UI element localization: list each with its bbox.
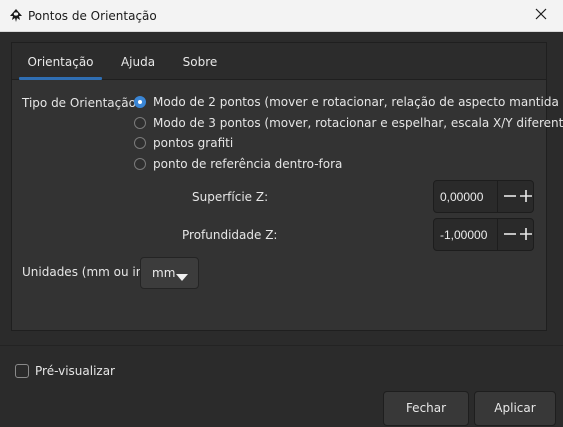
close-icon	[535, 8, 547, 23]
depth-z-spinbox	[433, 218, 534, 251]
tab-orientacao[interactable]: Orientação	[19, 43, 102, 80]
apply-button[interactable]: Aplicar	[474, 391, 556, 426]
caret-down-icon	[176, 270, 188, 284]
inkscape-icon	[8, 8, 24, 24]
radio-button[interactable]	[134, 137, 146, 149]
notebook-panel: Orientação Ajuda Sobre Tipo de Orientaçã…	[11, 42, 563, 331]
surface-z-spinbox	[433, 180, 534, 213]
footer-divider	[0, 345, 563, 346]
close-window-button[interactable]	[519, 0, 563, 31]
depth-z-label: Profundidade Z:	[182, 228, 278, 242]
title-bar: Pontos de Orientação	[0, 0, 563, 32]
preview-checkbox[interactable]	[15, 364, 29, 378]
radio-label: Modo de 3 pontos (mover, rotacionar e es…	[153, 116, 563, 130]
radio-button[interactable]	[134, 96, 146, 108]
plus-icon[interactable]	[518, 226, 534, 242]
minus-icon[interactable]	[502, 188, 518, 204]
radio-label: pontos grafiti	[153, 136, 234, 150]
radio-label: Modo de 2 pontos (mover e rotacionar, re…	[153, 95, 563, 109]
units-label: Unidades (mm ou in):	[22, 265, 153, 279]
units-selected-value: mm	[152, 266, 176, 280]
orientation-type-label: Tipo de Orientação:	[22, 96, 140, 110]
tab-bar: Orientação Ajuda Sobre	[12, 43, 546, 80]
spin-separator	[497, 181, 498, 212]
tab-sobre[interactable]: Sobre	[175, 43, 225, 79]
tab-ajuda[interactable]: Ajuda	[113, 43, 163, 79]
close-button[interactable]: Fechar	[383, 391, 469, 426]
spin-separator	[497, 219, 498, 250]
surface-z-label: Superfície Z:	[192, 190, 269, 204]
radio-label: ponto de referência dentro-fora	[153, 157, 343, 171]
depth-z-input[interactable]	[440, 228, 495, 242]
units-dropdown[interactable]: mm	[140, 257, 199, 289]
radio-button[interactable]	[134, 158, 146, 170]
surface-z-input[interactable]	[440, 190, 495, 204]
minus-icon[interactable]	[502, 226, 518, 242]
plus-icon[interactable]	[518, 188, 534, 204]
radio-button[interactable]	[134, 117, 146, 129]
window-title: Pontos de Orientação	[28, 9, 157, 23]
preview-label: Pré-visualizar	[35, 364, 115, 378]
